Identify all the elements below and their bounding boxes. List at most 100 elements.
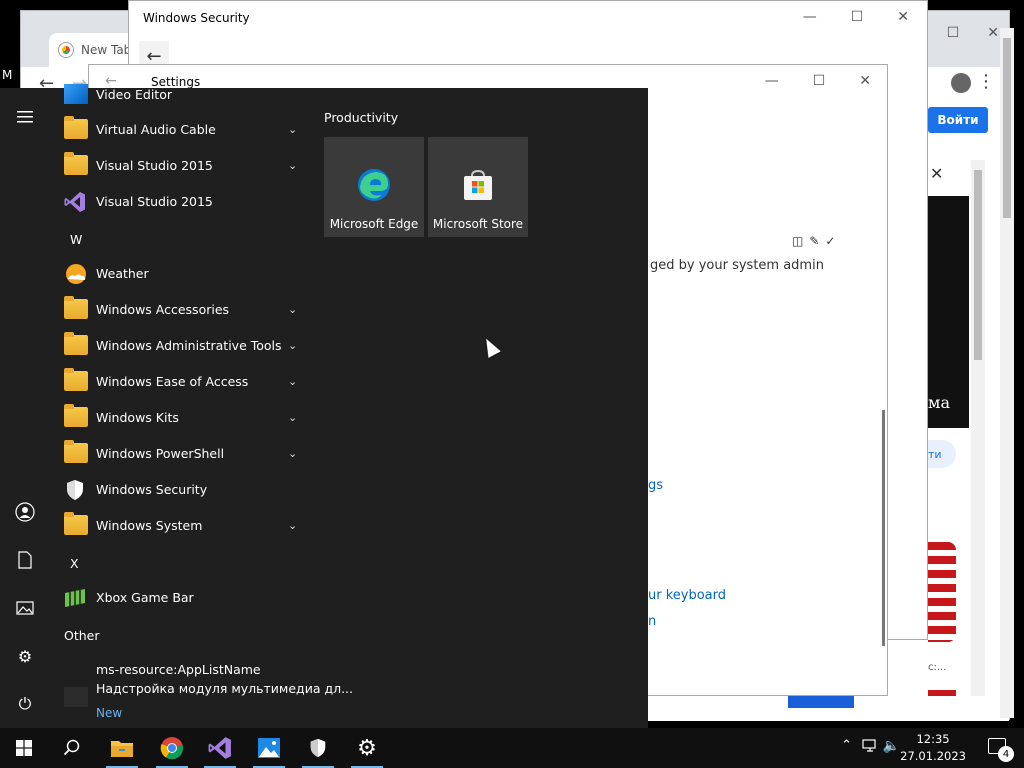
folder-icon bbox=[64, 332, 88, 355]
folder-icon bbox=[64, 512, 88, 535]
power-icon[interactable]: ⏻ bbox=[14, 693, 36, 715]
app-label: Windows Administrative Tools bbox=[96, 337, 282, 353]
ad-text: ма bbox=[928, 393, 950, 412]
taskbar-windows-security[interactable] bbox=[294, 728, 342, 768]
list-item-visual-studio[interactable]: Visual Studio 2015 bbox=[50, 183, 312, 219]
chevron-down-icon[interactable]: ⌄ bbox=[288, 123, 297, 136]
ad-close-icon[interactable]: ✕ bbox=[930, 164, 943, 183]
start-icon bbox=[16, 740, 32, 756]
settings-link[interactable]: gs bbox=[648, 478, 663, 493]
tile-microsoft-edge[interactable]: Microsoft Edge bbox=[324, 137, 424, 237]
documents-icon[interactable] bbox=[14, 549, 36, 571]
scrollbar-thumb[interactable] bbox=[974, 170, 982, 360]
volume-icon[interactable]: 🔈 bbox=[883, 738, 900, 754]
app-label: Windows Accessories bbox=[96, 301, 230, 317]
scrollbar-thumb[interactable] bbox=[1003, 38, 1011, 218]
shield-icon bbox=[310, 738, 326, 758]
ad-red-banner[interactable] bbox=[928, 542, 956, 642]
user-account-icon[interactable] bbox=[14, 501, 36, 523]
close-icon[interactable]: ✕ bbox=[897, 9, 909, 25]
more-menu-icon[interactable]: ⋮ bbox=[977, 71, 995, 92]
taskbar-settings[interactable]: ⚙ bbox=[343, 728, 391, 768]
file-explorer-icon bbox=[111, 741, 133, 757]
start-button[interactable] bbox=[0, 728, 48, 768]
signin-button[interactable]: Войти bbox=[928, 107, 988, 133]
list-item-media-module[interactable]: Надстройка модуля мультимедиа дл... bbox=[50, 679, 353, 715]
maximize-icon[interactable]: ☐ bbox=[851, 9, 864, 25]
list-item-video-editor[interactable]: Video Editor bbox=[50, 76, 312, 112]
taskbar-photos[interactable] bbox=[245, 728, 293, 768]
pen-icon[interactable]: ✎ bbox=[809, 234, 819, 248]
store-icon bbox=[460, 167, 496, 203]
list-item-virtual-audio-cable[interactable]: Virtual Audio Cable ⌄ bbox=[50, 111, 312, 147]
list-item-windows-kits[interactable]: Windows Kits ⌄ bbox=[50, 399, 312, 435]
list-item-xbox-game-bar[interactable]: Xbox Game Bar bbox=[50, 579, 312, 615]
chevron-down-icon[interactable]: ⌄ bbox=[288, 339, 297, 352]
folder-icon bbox=[64, 116, 88, 139]
taskbar-chrome[interactable] bbox=[148, 728, 196, 768]
letter-header-w[interactable]: W bbox=[70, 232, 82, 247]
device-icon[interactable]: ◫ bbox=[792, 234, 803, 248]
list-item-windows-accessories[interactable]: Windows Accessories ⌄ bbox=[50, 291, 312, 327]
chevron-up-icon[interactable]: ⌃ bbox=[841, 738, 852, 753]
app-label: ms-resource:AppListName bbox=[96, 661, 261, 677]
app-label: Xbox Game Bar bbox=[96, 589, 194, 605]
network-icon[interactable] bbox=[862, 739, 878, 756]
chevron-down-icon[interactable]: ⌄ bbox=[288, 159, 297, 172]
maximize-icon[interactable]: ☐ bbox=[947, 25, 960, 41]
settings-window-controls: — ☐ ✕ bbox=[765, 73, 871, 89]
list-item-windows-powershell[interactable]: Windows PowerShell ⌄ bbox=[50, 435, 312, 471]
spellcheck-icon[interactable]: ✓ bbox=[825, 234, 835, 248]
maximize-icon[interactable]: ☐ bbox=[813, 73, 826, 89]
chrome-favicon-icon bbox=[59, 43, 73, 57]
pictures-icon[interactable] bbox=[14, 597, 36, 619]
settings-link[interactable]: n bbox=[648, 614, 656, 629]
chevron-down-icon[interactable]: ⌄ bbox=[288, 447, 297, 460]
tile-microsoft-store[interactable]: Microsoft Store bbox=[428, 137, 528, 237]
clock[interactable]: 12:35 27.01.2023 bbox=[900, 731, 966, 765]
edge-icon bbox=[356, 167, 392, 203]
folder-icon bbox=[64, 404, 88, 427]
minimize-icon[interactable]: — bbox=[803, 9, 817, 25]
app-label: Windows Kits bbox=[96, 409, 179, 425]
ad-banner[interactable]: ма bbox=[928, 196, 969, 428]
app-label: Windows Ease of Access bbox=[96, 373, 249, 389]
app-list: Video Editor Virtual Audio Cable ⌄ Visua… bbox=[50, 84, 353, 728]
chevron-down-icon[interactable]: ⌄ bbox=[288, 519, 297, 532]
close-icon[interactable]: ✕ bbox=[859, 73, 871, 89]
list-item-windows-system[interactable]: Windows System ⌄ bbox=[50, 507, 312, 543]
settings-icon[interactable]: ⚙ bbox=[14, 645, 36, 667]
app-label: Visual Studio 2015 bbox=[96, 157, 213, 173]
letter-header-x[interactable]: X bbox=[70, 556, 79, 571]
tile-group-title[interactable]: Productivity bbox=[324, 110, 398, 125]
notification-count-badge: 4 bbox=[998, 746, 1014, 762]
taskbar-visual-studio[interactable] bbox=[196, 728, 244, 768]
chevron-down-icon[interactable]: ⌄ bbox=[288, 411, 297, 424]
app-label: Windows System bbox=[96, 517, 203, 533]
page-scrollbar[interactable] bbox=[971, 160, 985, 710]
chevron-down-icon[interactable]: ⌄ bbox=[288, 375, 297, 388]
settings-scrollbar[interactable] bbox=[882, 410, 885, 646]
list-item-windows-administrative-tools[interactable]: Windows Administrative Tools ⌄ bbox=[50, 327, 312, 363]
list-item-windows-ease-of-access[interactable]: Windows Ease of Access ⌄ bbox=[50, 363, 312, 399]
window-scrollbar[interactable] bbox=[1000, 28, 1014, 718]
hamburger-menu-icon[interactable] bbox=[14, 106, 36, 128]
tile-label: Microsoft Store bbox=[432, 217, 524, 231]
taskbar-file-explorer[interactable] bbox=[98, 728, 146, 768]
list-item-windows-security[interactable]: Windows Security bbox=[50, 471, 312, 507]
tab-label: New Tab bbox=[81, 43, 132, 57]
close-icon[interactable]: ✕ bbox=[987, 25, 999, 41]
search-button[interactable] bbox=[48, 728, 96, 768]
profile-icon[interactable] bbox=[951, 73, 971, 93]
chevron-down-icon[interactable]: ⌄ bbox=[288, 303, 297, 316]
app-label: Weather bbox=[96, 265, 149, 281]
ad-pill-button[interactable]: ти bbox=[928, 440, 956, 468]
clock-time: 12:35 bbox=[916, 732, 950, 746]
app-label: Visual Studio 2015 bbox=[96, 193, 213, 209]
minimize-icon[interactable]: — bbox=[765, 73, 779, 89]
list-item-visual-studio-folder[interactable]: Visual Studio 2015 ⌄ bbox=[50, 147, 312, 183]
photos-icon bbox=[258, 738, 280, 758]
list-item-weather[interactable]: Weather bbox=[50, 255, 312, 291]
keyboard-link[interactable]: ur keyboard bbox=[648, 588, 726, 603]
window-title: Windows Security bbox=[143, 11, 250, 25]
